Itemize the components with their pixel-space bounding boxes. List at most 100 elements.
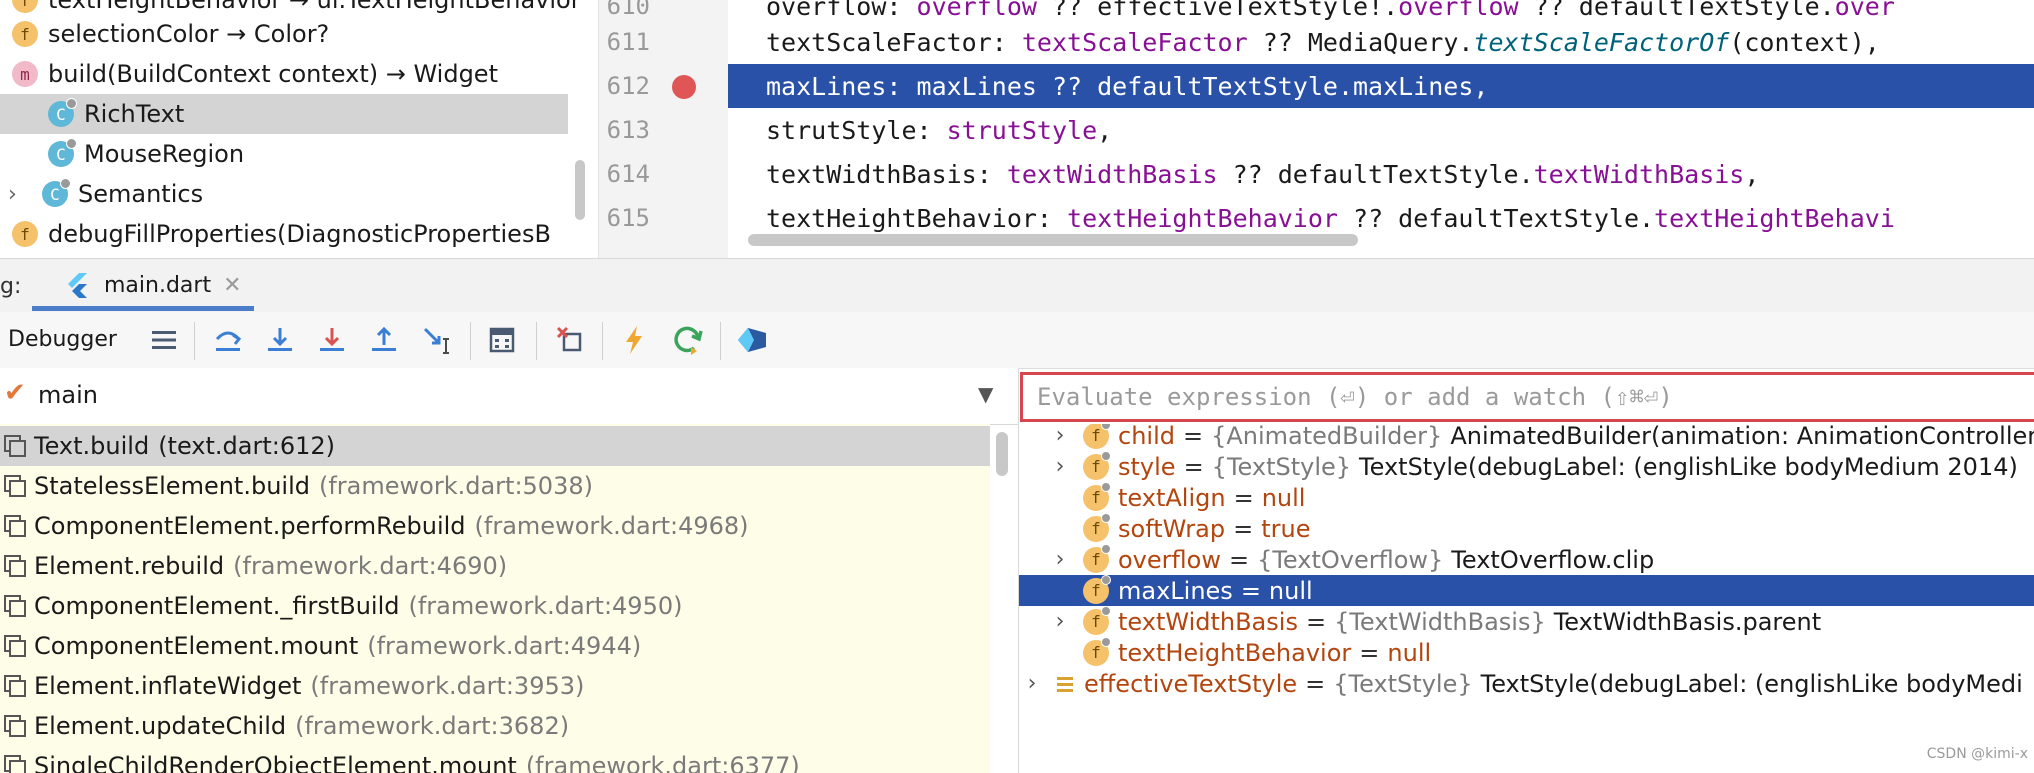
stack-frame[interactable]: Element.updateChild (framework.dart:3682) [0,706,990,746]
frame-icon [4,675,26,697]
force-step-into-icon[interactable] [314,322,350,358]
code-token: textScaleFactor [1021,27,1248,57]
thread-selector[interactable]: ✔ main ▼ [0,368,1018,425]
tree-item[interactable]: f debugFillProperties(DiagnosticProperti… [0,214,568,254]
debug-tab-bar [0,258,2034,314]
stack-frame[interactable]: StatelessElement.build (framework.dart:50… [0,466,990,506]
code-token: maxLines: maxLines ?? defaultTextStyle.m… [766,71,1489,101]
code-token: overflow [1398,0,1519,21]
variables-list[interactable]: › f child = {AnimatedBuilder} AnimatedBuilder… [1019,424,2034,773]
code-line[interactable]: textWidthBasis: textWidthBasis ?? defaul… [728,152,2034,196]
code-line[interactable]: textScaleFactor: textScaleFactor ?? Medi… [728,20,2034,64]
variable-row[interactable]: › effectiveTextStyle = {TextStyle} TextStyle… [1019,668,2034,699]
evaluate-expression-field[interactable] [1020,372,2034,422]
frame-location: (framework.dart:6377) [525,752,800,773]
tab-main-dart[interactable]: main.dart ✕ [32,258,254,312]
variable-value: AnimatedBuilder(animation: AnimationCont… [1450,424,2034,450]
field-icon: f [1083,543,1111,573]
variable-row[interactable]: f textHeightBehavior = null [1019,636,2034,668]
hot-reload-icon[interactable] [616,322,652,358]
variable-name: textAlign [1118,483,1226,512]
run-to-cursor-icon[interactable] [420,322,456,358]
chevron-right-icon[interactable]: › [1049,454,1071,479]
hot-restart-icon[interactable] [670,322,706,358]
equals-sign: = [1240,576,1261,605]
code-token: textScaleFactor: [766,27,1022,57]
equals-sign: = [1233,514,1254,543]
frames-list[interactable]: Text.build (text.dart:612) StatelessElemen… [0,424,990,773]
variable-value: TextWidthBasis.parent [1553,607,1822,636]
variable-row[interactable]: › f style = {TextStyle} TextStyle(debugLabel:… [1019,450,2034,482]
frame-location: (framework.dart:4690) [233,552,508,580]
equals-sign: = [1233,483,1254,512]
variable-name: effectiveTextStyle [1084,669,1298,698]
tree-item[interactable]: m build(BuildContext context) → Widget [0,54,568,94]
stack-frame[interactable]: ComponentElement._firstBuild (framework.d… [0,586,990,626]
chevron-right-icon[interactable]: › [1049,424,1071,448]
chevron-right-icon[interactable]: › [8,182,28,207]
equals-sign: = [1182,424,1204,450]
chevron-right-icon[interactable]: › [1049,609,1071,634]
code-token: , [1097,115,1113,145]
frame-name: StatelessElement.build [34,472,310,500]
chevron-right-icon[interactable]: › [1021,671,1043,696]
stack-frame[interactable]: Element.inflateWidget (framework.dart:395… [0,666,990,706]
variable-row[interactable]: f softWrap = true [1019,512,2034,544]
equals-sign: = [1359,638,1380,667]
frame-icon [4,555,26,577]
step-into-icon[interactable] [262,322,298,358]
structure-scrollbar[interactable] [575,160,585,220]
frame-location: (framework.dart:4950) [408,592,683,620]
variable-row[interactable]: › f child = {AnimatedBuilder} AnimatedBuilder… [1019,424,2034,451]
variable-row[interactable]: f textAlign = null [1019,481,2034,513]
tree-item-label: RichText [84,100,185,128]
code-token: textWidthBasis [1006,159,1218,189]
step-out-icon[interactable] [366,322,402,358]
stack-frame[interactable]: Text.build (text.dart:612) [0,426,990,466]
frames-scrollbar[interactable] [996,432,1008,476]
variable-row[interactable]: › f overflow = {TextOverflow} TextOverflow.cl… [1019,543,2034,575]
line-number: 614 [606,160,650,188]
flutter-icon [68,273,87,298]
stack-frame[interactable]: Element.rebuild (framework.dart:4690) [0,546,990,586]
tree-item-mouseregion[interactable]: C MouseRegion [0,134,568,174]
drop-frame-icon[interactable] [552,322,588,358]
menu-icon[interactable] [146,322,182,358]
chevron-down-icon[interactable]: ▼ [978,382,993,406]
breakpoint-icon[interactable] [672,75,696,99]
field-icon: f [1083,450,1111,480]
tree-item[interactable]: f selectionColor → Color? [0,14,568,54]
editor-horizontal-scrollbar[interactable] [748,234,1358,246]
stack-frame[interactable]: ComponentElement.mount (framework.dart:49… [0,626,990,666]
tree-item-richtext[interactable]: C RichText [0,94,568,134]
code-token: ?? MediaQuery. [1247,27,1474,57]
variable-name: textWidthBasis [1118,607,1298,636]
chevron-right-icon[interactable]: › [1049,547,1071,572]
variable-name: child [1118,424,1175,450]
code-line[interactable]: strutStyle: strutStyle, [728,108,2034,152]
devtools-icon[interactable] [734,322,770,358]
code-token: textHeightBehavi [1654,203,1895,233]
tree-item-semantics[interactable]: › C Semantics [0,174,568,214]
field-icon: f [1083,481,1111,511]
line-number: 611 [606,28,650,56]
stack-frame[interactable]: ComponentElement.performRebuild (framewor… [0,506,990,546]
code-line-current[interactable]: maxLines: maxLines ?? defaultTextStyle.m… [728,64,2034,108]
line-number: 612 [606,72,650,100]
variable-value: null [1387,638,1432,667]
evaluate-expression-input[interactable] [1035,382,2019,412]
frame-location: (text.dart:612) [158,432,336,460]
frame-name: Element.updateChild [34,712,287,740]
variable-row[interactable]: › f textWidthBasis = {TextWidthBasis} TextWid… [1019,605,2034,637]
close-icon[interactable]: ✕ [223,273,241,298]
variable-value: TextStyle(debugLabel: (englishLike bodyM… [1480,669,2023,698]
code-token: textScaleFactorOf [1473,27,1730,57]
step-over-icon[interactable] [210,322,246,358]
equals-sign: = [1305,607,1327,636]
evaluate-icon[interactable] [484,322,520,358]
code-editor[interactable]: overflow: overflow ?? effectiveTextStyle… [728,0,2034,258]
variable-row[interactable]: f maxLines = null [1019,574,2034,606]
frame-name: SingleChildRenderObjectElement.mount [34,752,517,773]
stack-frame[interactable]: SingleChildRenderObjectElement.mount (fra… [0,746,990,773]
variable-value: null [1261,483,1306,512]
